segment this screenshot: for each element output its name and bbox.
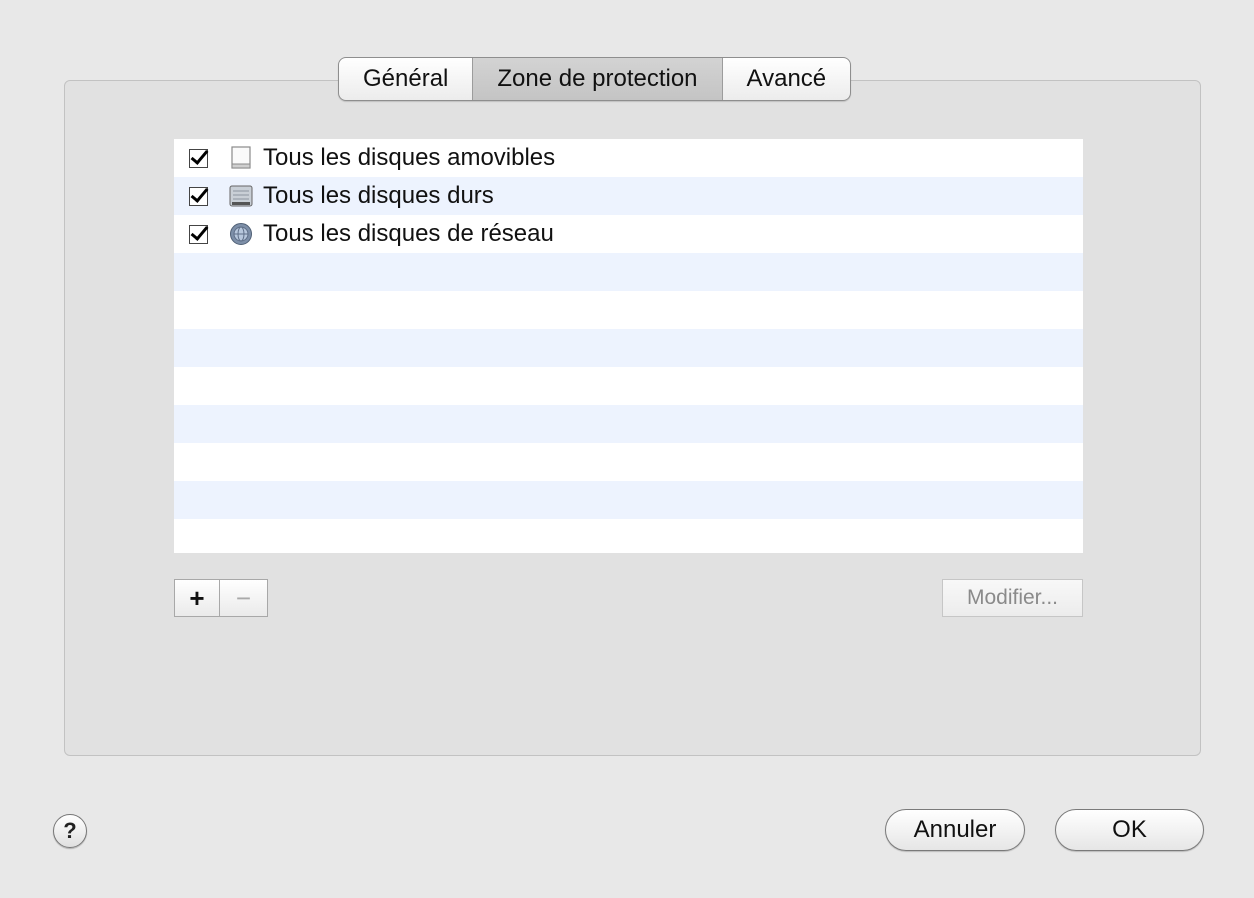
list-item[interactable]: Tous les disques de réseau xyxy=(174,215,1083,253)
tab-protection-zone[interactable]: Zone de protection xyxy=(472,58,722,100)
tab-advanced[interactable]: Avancé xyxy=(721,58,851,100)
modify-button[interactable]: Modifier... xyxy=(942,579,1083,617)
tab-general[interactable]: Général xyxy=(339,58,472,100)
item-label: Tous les disques de réseau xyxy=(263,220,554,247)
item-label: Tous les disques durs xyxy=(263,182,494,209)
list-edit-controls: + − xyxy=(174,579,268,617)
add-button[interactable]: + xyxy=(174,579,220,617)
tab-bar: Général Zone de protection Avancé xyxy=(338,57,852,101)
item-label: Tous les disques amovibles xyxy=(263,144,556,171)
protection-list[interactable]: Tous les disques amovibles Tous les disq… xyxy=(174,139,1083,553)
checkbox-network-disks[interactable] xyxy=(189,224,208,244)
checkbox-hard-disks[interactable] xyxy=(189,186,208,206)
help-button[interactable]: ? xyxy=(53,814,87,848)
list-item[interactable]: Tous les disques amovibles xyxy=(174,139,1083,177)
checkbox-removable-disks[interactable] xyxy=(189,148,208,168)
network-disk-icon xyxy=(229,222,253,246)
ok-button[interactable]: OK xyxy=(1055,809,1204,851)
list-item[interactable]: Tous les disques durs xyxy=(174,177,1083,215)
remove-button[interactable]: − xyxy=(220,579,268,617)
cancel-button[interactable]: Annuler xyxy=(885,809,1025,851)
hard-disk-icon xyxy=(229,184,253,208)
removable-disk-icon xyxy=(229,146,253,170)
